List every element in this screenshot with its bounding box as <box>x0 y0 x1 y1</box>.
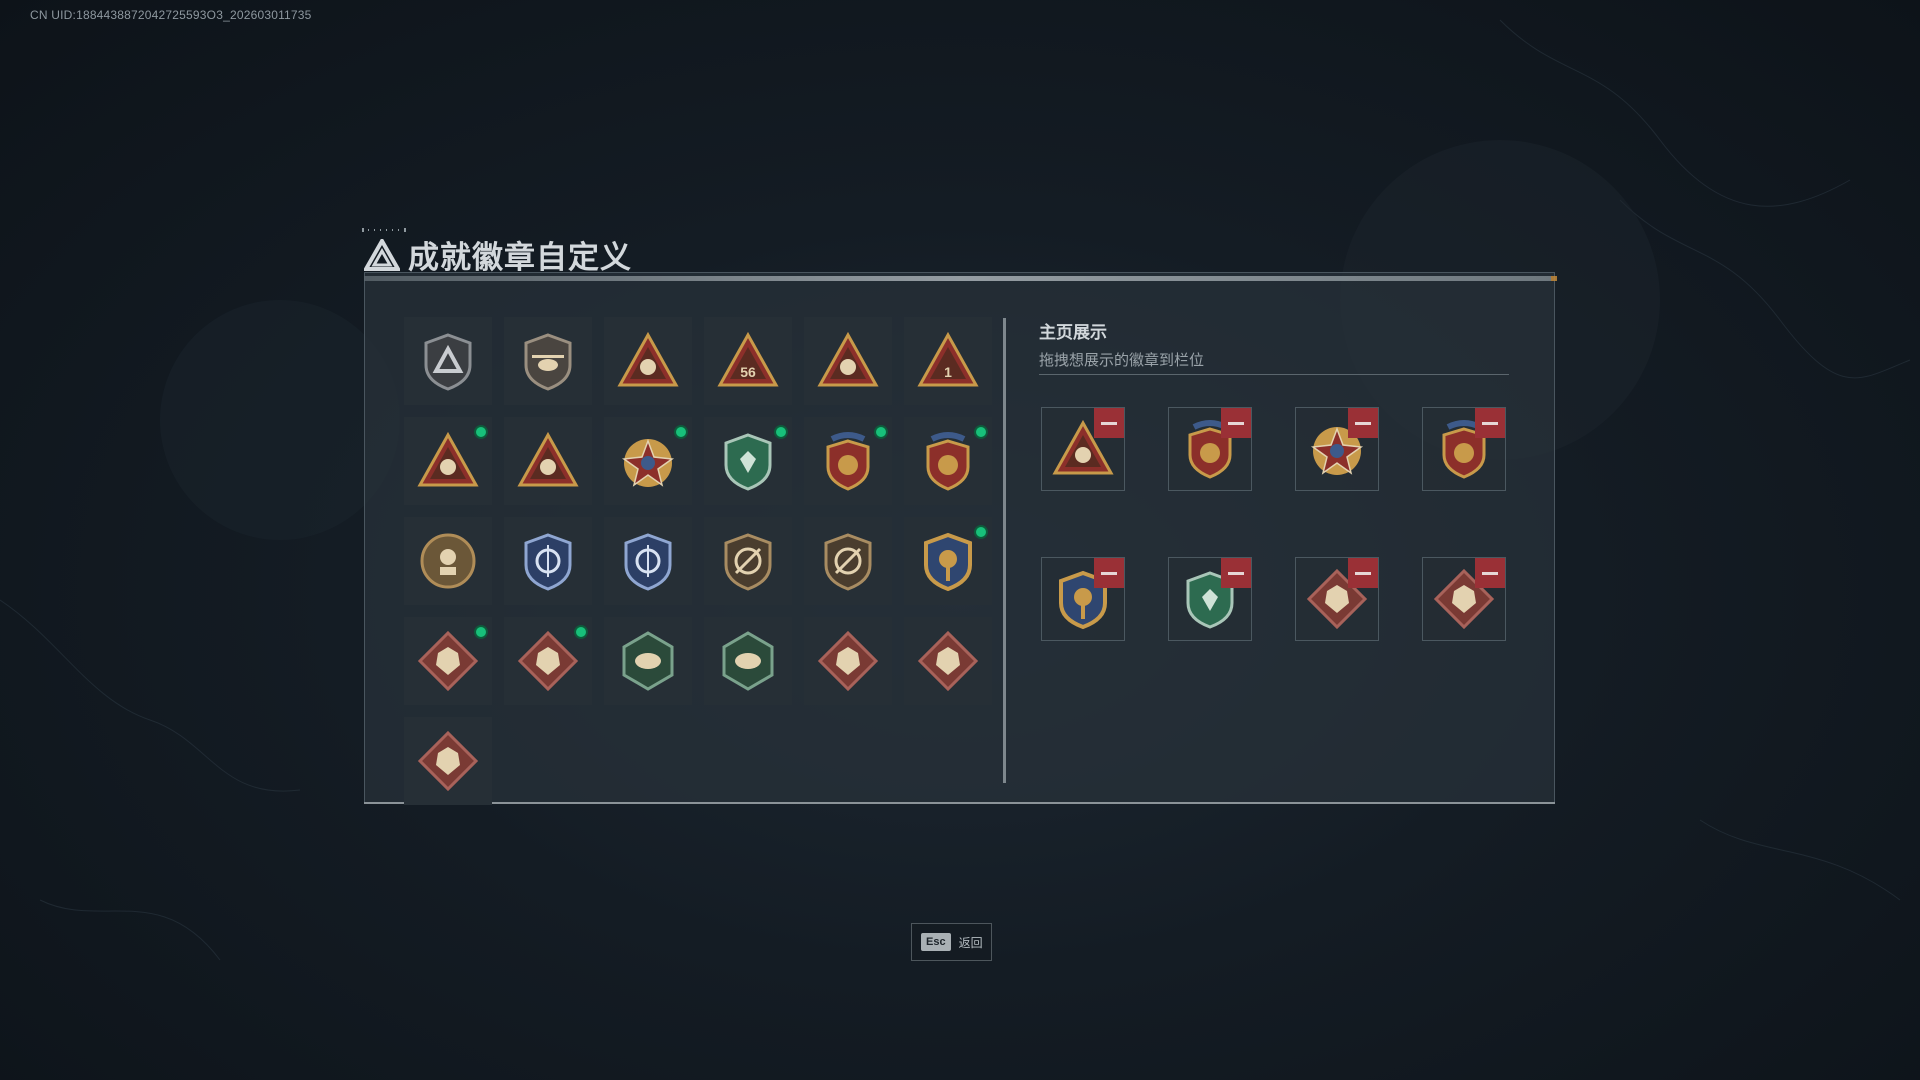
badge-item[interactable] <box>404 617 492 705</box>
runner-diamond-icon <box>417 730 479 792</box>
showcase-slot[interactable] <box>1422 407 1506 491</box>
badge-item[interactable] <box>604 317 692 405</box>
minus-icon <box>1482 571 1498 575</box>
badge-item[interactable]: 1 <box>904 317 992 405</box>
badge-item[interactable] <box>404 417 492 505</box>
panel-top-border <box>364 276 1557 281</box>
showcase-header: 主页展示 拖拽想展示的徽章到栏位 <box>1039 318 1509 370</box>
dragon-diamond-alt-icon <box>917 630 979 692</box>
minus-icon <box>1228 571 1244 575</box>
radar-triangle-icon <box>617 331 679 387</box>
badge-item[interactable] <box>804 617 892 705</box>
badge-item[interactable] <box>404 317 492 405</box>
red-shield-medal-alt-icon <box>926 432 970 491</box>
supply-box-triangle-icon <box>417 431 479 487</box>
badge-item[interactable] <box>704 417 792 505</box>
badge-item[interactable] <box>904 417 992 505</box>
remove-badge-button[interactable] <box>1094 558 1124 588</box>
remove-badge-button[interactable] <box>1475 558 1505 588</box>
uid-text: CN UID:1884438872042725593O3_20260301173… <box>30 8 312 22</box>
new-indicator-dot <box>574 625 588 639</box>
panel-divider <box>1003 318 1006 783</box>
showcase-slot[interactable] <box>1295 407 1379 491</box>
remove-badge-button[interactable] <box>1094 408 1124 438</box>
rifle-shield-alt-icon <box>824 533 872 591</box>
svg-text:56: 56 <box>740 364 756 380</box>
green-shield-medal-icon <box>724 433 772 491</box>
remove-badge-button[interactable] <box>1221 558 1251 588</box>
new-indicator-dot <box>974 425 988 439</box>
wolf-diamond-icon <box>417 630 479 692</box>
soldier-round-emblem-icon <box>420 533 476 589</box>
showcase-slot[interactable] <box>1295 557 1379 641</box>
remove-badge-button[interactable] <box>1221 408 1251 438</box>
badge-item[interactable] <box>504 617 592 705</box>
remove-badge-button[interactable] <box>1475 408 1505 438</box>
showcase-slot[interactable] <box>1041 407 1125 491</box>
badge-item[interactable] <box>704 617 792 705</box>
showcase-slot[interactable] <box>1422 557 1506 641</box>
showcase-title: 主页展示 <box>1039 323 1107 342</box>
minus-icon <box>1101 571 1117 575</box>
remove-badge-button[interactable] <box>1348 408 1378 438</box>
svg-text:1: 1 <box>944 364 952 380</box>
triangle-number-1-icon: 1 <box>917 331 979 387</box>
soldiers-triangle-icon <box>517 431 579 487</box>
badge-item[interactable] <box>504 417 592 505</box>
triangle-56-icon: 56 <box>717 331 779 387</box>
badge-item[interactable] <box>704 517 792 605</box>
boat-triangle-icon <box>817 331 879 387</box>
minus-icon <box>1482 421 1498 425</box>
page-header: 成就徽章自定义 <box>364 232 632 277</box>
new-indicator-dot <box>674 425 688 439</box>
back-button[interactable]: Esc 返回 <box>911 923 992 961</box>
badge-grid: 56 1 <box>404 317 1000 805</box>
new-indicator-dot <box>974 525 988 539</box>
new-indicator-dot <box>874 425 888 439</box>
badge-item[interactable] <box>804 417 892 505</box>
dragon-diamond-icon <box>817 630 879 692</box>
wolf-diamond-alt-icon <box>517 630 579 692</box>
badge-item[interactable] <box>404 517 492 605</box>
new-indicator-dot <box>474 425 488 439</box>
blue-crosshair-shield-alt-icon <box>624 533 672 591</box>
showcase-subtitle: 拖拽想展示的徽章到栏位 <box>1039 352 1205 369</box>
esc-key-icon: Esc <box>921 933 951 951</box>
showcase-slot[interactable] <box>1168 407 1252 491</box>
badge-item[interactable]: 56 <box>704 317 792 405</box>
gun-hexagon-icon <box>722 631 774 691</box>
minus-icon <box>1101 421 1117 425</box>
badge-item[interactable] <box>804 517 892 605</box>
badge-item[interactable] <box>504 317 592 405</box>
new-indicator-dot <box>774 425 788 439</box>
badge-item[interactable] <box>904 617 992 705</box>
minus-icon <box>1355 571 1371 575</box>
badge-item[interactable] <box>904 517 992 605</box>
showcase-slot[interactable] <box>1168 557 1252 641</box>
shield-triangle-icon <box>424 333 472 391</box>
badge-item[interactable] <box>604 517 692 605</box>
showcase-slot[interactable] <box>1041 557 1125 641</box>
badge-item[interactable] <box>404 717 492 805</box>
new-indicator-dot <box>474 625 488 639</box>
showcase-divider <box>1039 374 1509 375</box>
badge-item[interactable] <box>504 517 592 605</box>
minus-icon <box>1228 421 1244 425</box>
badge-item[interactable] <box>604 417 692 505</box>
page-title: 成就徽章自定义 <box>408 240 632 275</box>
star-medal-icon <box>621 438 675 487</box>
remove-badge-button[interactable] <box>1348 558 1378 588</box>
wasp-hexagon-icon <box>622 631 674 691</box>
back-label: 返回 <box>958 935 983 950</box>
badge-item[interactable] <box>804 317 892 405</box>
blue-crosshair-shield-icon <box>524 533 572 591</box>
delta-logo-icon <box>364 238 400 271</box>
helicopter-shield-icon <box>524 333 572 391</box>
minus-icon <box>1355 421 1371 425</box>
badge-item[interactable] <box>604 617 692 705</box>
gold-anchor-shield-icon <box>924 532 972 592</box>
red-shield-medal-icon <box>826 432 870 491</box>
rifle-shield-icon <box>724 533 772 591</box>
